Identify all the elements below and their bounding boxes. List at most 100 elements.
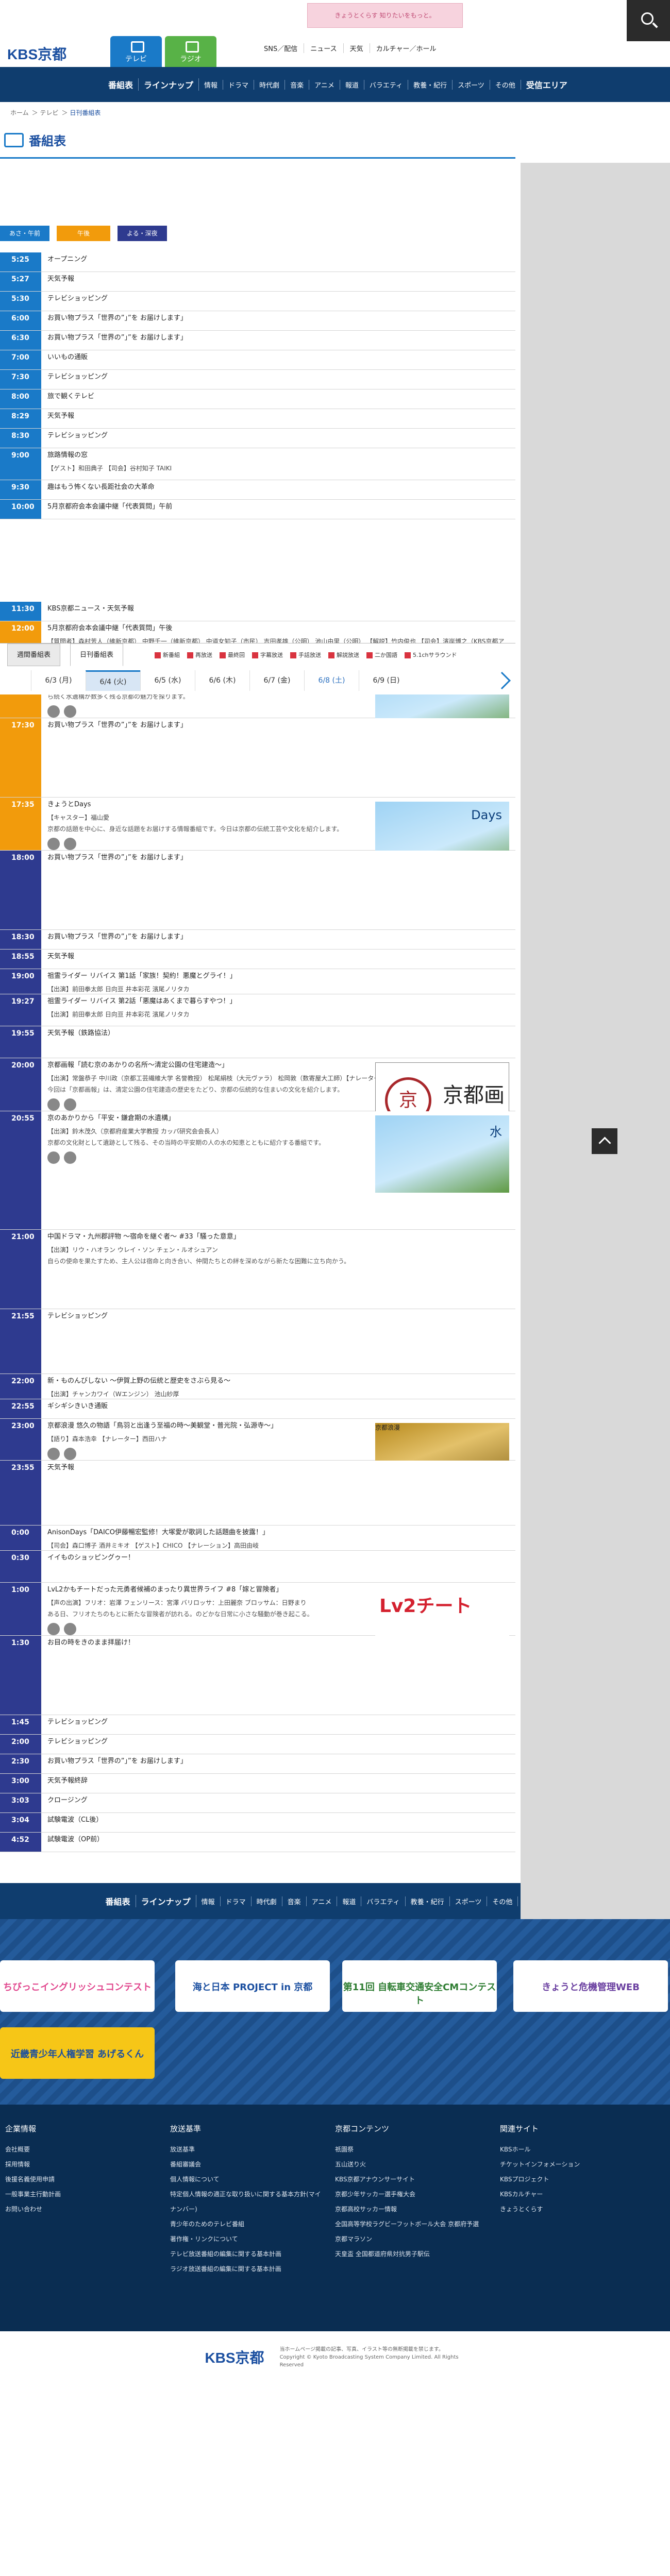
- footer-link[interactable]: 著作権・リンクについて: [170, 2232, 325, 2247]
- program-title[interactable]: 天気予報終辞: [47, 1774, 509, 1786]
- link-news[interactable]: ニュース: [304, 43, 343, 53]
- banner-umi-project[interactable]: 海と日本 PROJECT in 京都: [175, 1960, 330, 2012]
- program-title[interactable]: 祖霊ライダー リバイス 第1話「家族！契約！悪魔とグライ！」: [47, 969, 509, 981]
- footer-link[interactable]: 後援名義使用申請: [5, 2172, 160, 2187]
- banner-agerukun[interactable]: 近畿青少年人権学習 あげるくん: [0, 2027, 155, 2079]
- footer-link[interactable]: 祇園祭: [335, 2142, 490, 2157]
- program-title[interactable]: 趣はもう怖くない長距社会の大革命: [47, 480, 509, 493]
- program-row[interactable]: 1:00 Lv2チート LvL2かもチートだった元勇者候補のまったり異世界ライフ #…: [0, 1583, 515, 1664]
- x-icon[interactable]: [64, 838, 76, 850]
- footer-link[interactable]: KBSホール: [500, 2142, 655, 2157]
- nav-item[interactable]: 教養・紀行: [408, 79, 453, 90]
- program-row[interactable]: 1:30 お目の時をきのまま拝届け！: [0, 1636, 515, 1715]
- nav-item[interactable]: 番組表: [100, 1895, 136, 1907]
- program-row[interactable]: 5:25 オープニング: [0, 252, 515, 272]
- program-title[interactable]: テレビショッピング: [47, 1309, 509, 1321]
- program-row[interactable]: 18:55 天気予報: [0, 950, 515, 969]
- program-title[interactable]: 中国ドラマ・九州郡評物 ～宿命を継ぐ者～ #33「騒った意意」: [47, 1230, 509, 1242]
- link-sns[interactable]: SNS／配信: [258, 43, 304, 53]
- program-title[interactable]: 旅で観くテレビ: [47, 389, 509, 402]
- program-title[interactable]: お買い物プラス「世界の”」”を お届けします」: [47, 1754, 509, 1767]
- tab-tv[interactable]: テレビ: [110, 36, 162, 67]
- program-row[interactable]: 6:30 お買い物プラス「世界の”」”を お届けします」: [0, 331, 515, 350]
- footer-link[interactable]: 個人情報について: [170, 2172, 325, 2187]
- program-row[interactable]: 5:30 テレビショッピング: [0, 292, 515, 311]
- nav-item[interactable]: アニメ: [309, 79, 340, 90]
- breadcrumb-home[interactable]: ホーム: [10, 109, 29, 116]
- program-row[interactable]: 6:00 お買い物プラス「世界の”」”を お届けします」: [0, 311, 515, 331]
- program-title[interactable]: 旅路情報の窓: [47, 448, 509, 461]
- program-row[interactable]: 10:00 5月京都府会本会議中継「代表質問」午前: [0, 500, 515, 519]
- program-row[interactable]: 20:55 水京のあかりから「平安・鎌倉期の水遺構」 【出演】鈴木茂久（京都府産業大…: [0, 1111, 515, 1230]
- day-tab[interactable]: 6/4 (火): [86, 670, 140, 691]
- program-row[interactable]: 20:00京京都画報京都画報「読む京のあかりの名所～清定公園の住宅建造～」【出演…: [0, 1058, 515, 1140]
- program-title[interactable]: 天気予報: [47, 409, 509, 421]
- program-row[interactable]: 8:30 テレビショッピング: [0, 429, 515, 448]
- footer-logo[interactable]: KBS京都: [205, 2347, 264, 2367]
- program-row[interactable]: 0:30 イイものショッピングゥー！: [0, 1551, 515, 1583]
- share-icon[interactable]: [47, 1098, 60, 1111]
- program-title[interactable]: お買い物プラス「世界の”」”を お届けします」: [47, 851, 509, 863]
- program-title[interactable]: いいもの通販: [47, 350, 509, 363]
- day-tab[interactable]: 6/8 (土): [304, 670, 359, 691]
- program-row[interactable]: 22:00 新・ものんびしない ～伊賀上野の伝統と歴史をさぶら見る～ 【出演】チャン…: [0, 1374, 515, 1399]
- program-title[interactable]: 天気予報: [47, 1461, 509, 1473]
- search-button[interactable]: [627, 0, 670, 41]
- program-row[interactable]: 3:03 クロージング: [0, 1793, 515, 1813]
- footer-link[interactable]: テレビ放送番組の編集に関する基本計画: [170, 2247, 325, 2262]
- footer-link[interactable]: KBSカルチャー: [500, 2187, 655, 2202]
- program-row[interactable]: 8:00 旅で観くテレビ: [0, 389, 515, 409]
- footer-link[interactable]: 五山送り火: [335, 2157, 490, 2172]
- footer-link[interactable]: 放送基準: [170, 2142, 325, 2157]
- program-title[interactable]: お目の時をきのまま拝届け！: [47, 1636, 509, 1648]
- afternoon-button[interactable]: 午後: [57, 226, 111, 241]
- footer-link[interactable]: 会社概要: [5, 2142, 160, 2157]
- day-tab[interactable]: 6/3 (月): [31, 670, 86, 691]
- nav-item[interactable]: 音楽: [285, 79, 310, 90]
- program-title[interactable]: テレビショッピング: [47, 370, 509, 382]
- nav-item[interactable]: 受信エリア: [521, 78, 573, 91]
- program-row[interactable]: 18:00 お買い物プラス「世界の”」”を お届けします」: [0, 851, 515, 930]
- share-icon[interactable]: [47, 705, 60, 718]
- nav-item[interactable]: ドラマ: [223, 79, 255, 90]
- footer-link[interactable]: KBSプロジェクト: [500, 2172, 655, 2187]
- program-title[interactable]: お買い物プラス「世界の”」”を お届けします」: [47, 718, 509, 731]
- nav-item[interactable]: 情報: [199, 79, 224, 90]
- program-row[interactable]: 11:30 KBS京都ニュース・天気予報: [0, 602, 515, 621]
- nav-item[interactable]: その他: [490, 79, 521, 90]
- nav-item[interactable]: 時代劇: [254, 79, 286, 90]
- back-to-top-button[interactable]: [592, 1128, 617, 1154]
- program-row[interactable]: 3:04 試験電波（CL後）: [0, 1813, 515, 1833]
- program-row[interactable]: 22:55 ギシギシきいき通販: [0, 1399, 515, 1419]
- program-row[interactable]: 18:30 お買い物プラス「世界の”」”を お届けします」: [0, 930, 515, 950]
- share-icon[interactable]: [47, 1448, 60, 1460]
- nav-item[interactable]: 時代劇: [252, 1896, 282, 1906]
- nav-item[interactable]: アニメ: [307, 1896, 338, 1906]
- program-title[interactable]: 天気予報: [47, 272, 509, 284]
- footer-link[interactable]: お問い合わせ: [5, 2202, 160, 2217]
- program-row[interactable]: 9:00 旅路情報の窓 【ゲスト】和田典子 【司会】谷村知子 TAIKI: [0, 448, 515, 480]
- footer-link[interactable]: KBS京都アナウンサーサイト: [335, 2172, 490, 2187]
- site-logo[interactable]: KBS京都: [7, 43, 66, 64]
- x-icon[interactable]: [64, 1623, 76, 1635]
- banner-kiki-kanri[interactable]: きょうと危機管理WEB: [513, 1960, 668, 2012]
- program-row[interactable]: 1:45 テレビショッピング: [0, 1715, 515, 1735]
- program-row[interactable]: 19:55 天気予報（鉄路協法）: [0, 1026, 515, 1058]
- nav-item[interactable]: ラインナップ: [136, 1895, 196, 1907]
- program-row[interactable]: 3:00 天気予報終辞: [0, 1774, 515, 1793]
- program-row[interactable]: 23:55 天気予報: [0, 1461, 515, 1526]
- night-button[interactable]: よる・深夜: [118, 226, 167, 241]
- tab-radio[interactable]: ラジオ: [165, 36, 216, 67]
- program-row[interactable]: 17:30 お買い物プラス「世界の”」”を お届けします」: [0, 718, 515, 798]
- program-title[interactable]: 天気予報（鉄路協法）: [47, 1026, 509, 1039]
- program-row[interactable]: 9:30 趣はもう怖くない長距社会の大革命: [0, 480, 515, 500]
- footer-link[interactable]: 特定個人情報の適正な取り扱いに関する基本方針(マイナンバー): [170, 2187, 325, 2217]
- share-icon[interactable]: [47, 1151, 60, 1164]
- program-row[interactable]: 19:00 祖霊ライダー リバイス 第1話「家族！契約！悪魔とグライ！」 【出演】前…: [0, 969, 515, 994]
- nav-item[interactable]: 情報: [196, 1896, 221, 1906]
- program-row[interactable]: 21:00 中国ドラマ・九州郡評物 ～宿命を継ぐ者～ #33「騒った意意」 【出演】…: [0, 1230, 515, 1309]
- program-row[interactable]: 2:30 お買い物プラス「世界の”」”を お届けします」: [0, 1754, 515, 1774]
- tab-daily[interactable]: 日刊番組表: [70, 643, 124, 666]
- nav-item[interactable]: スポーツ: [450, 1896, 488, 1906]
- program-title[interactable]: 天気予報: [47, 950, 509, 962]
